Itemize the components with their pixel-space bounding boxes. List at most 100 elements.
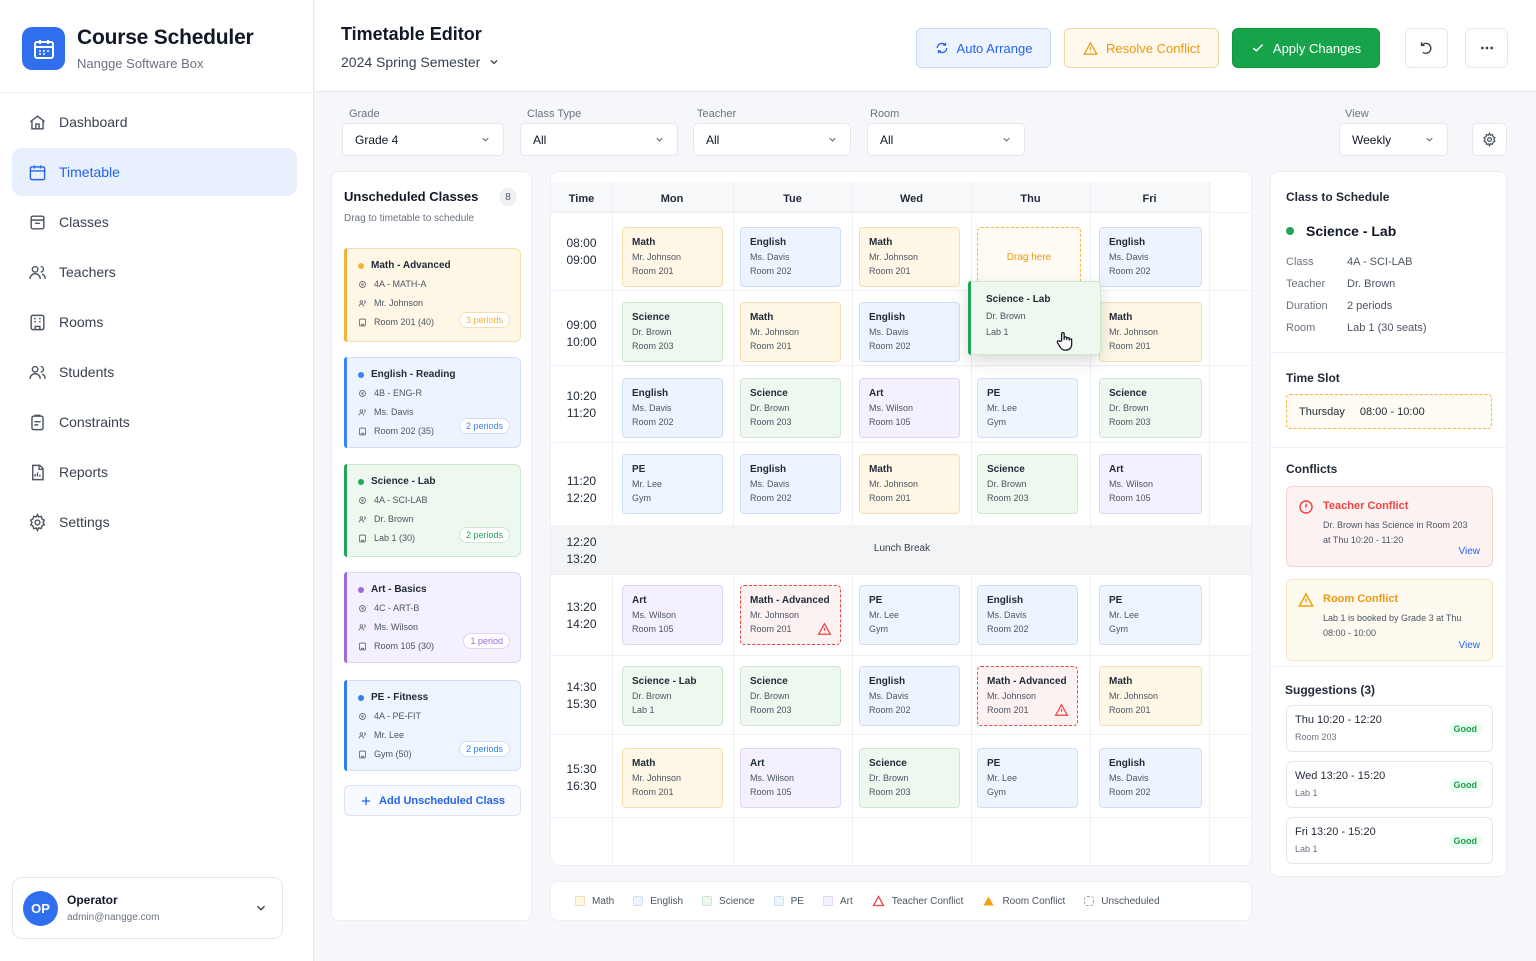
unscheduled-card[interactable]: PE - Fitness 4A - PE-FIT Mr. Lee Gym (50) 2 …: [344, 680, 521, 771]
timetable-cell[interactable]: Art Ms. Wilson Room 105: [1099, 454, 1202, 514]
view-conflict-link[interactable]: View: [1459, 640, 1481, 651]
cell-subject: PE: [1109, 595, 1123, 606]
cell-room: Gym: [987, 417, 1006, 427]
slot-start: 15:30: [566, 762, 597, 776]
auto-arrange-button[interactable]: Auto Arrange: [916, 28, 1051, 68]
cell-room: Room 201: [632, 266, 674, 276]
chevron-down-icon[interactable]: [254, 901, 268, 915]
timetable-cell[interactable]: PE Mr. Lee Gym: [977, 748, 1078, 808]
cell-subject: Math: [869, 464, 893, 475]
users-icon: [28, 263, 59, 282]
undo-button[interactable]: [1405, 28, 1448, 68]
timetable-cell[interactable]: Math Mr. Johnson Room 201: [622, 748, 723, 808]
timetable-cell[interactable]: English Ms. Davis Room 202: [622, 378, 723, 438]
view-settings-button[interactable]: [1472, 123, 1507, 156]
unscheduled-card[interactable]: English - Reading 4B - ENG-R Ms. Davis Room…: [344, 357, 521, 448]
card-header: Art - Basics: [358, 584, 520, 595]
sidebar-item-teachers[interactable]: Teachers: [12, 248, 297, 296]
timetable-cell[interactable]: Science Dr. Brown Room 203: [740, 378, 841, 438]
timetable-cell[interactable]: Science Dr. Brown Room 203: [859, 748, 960, 808]
sidebar-item-reports[interactable]: Reports: [12, 448, 297, 496]
semester-select[interactable]: 2024 Spring Semester: [341, 54, 500, 70]
add-unscheduled-class-button[interactable]: Add Unscheduled Class: [344, 785, 521, 816]
timetable-cell[interactable]: Science Dr. Brown Room 203: [622, 302, 723, 362]
teacher-name: Dr. Brown: [374, 514, 414, 524]
suggestion-card[interactable]: Fri 13:20 - 15:20 Lab 1 Good: [1286, 817, 1493, 864]
timetable-cell[interactable]: Art Ms. Wilson Room 105: [740, 748, 841, 808]
timetable-cell[interactable]: Art Ms. Wilson Room 105: [859, 378, 960, 438]
timetable-cell[interactable]: Science Dr. Brown Room 203: [740, 666, 841, 726]
timetable-cell[interactable]: Math - Advanced Mr. Johnson Room 201: [977, 666, 1078, 726]
timetable-cell[interactable]: Math Mr. Johnson Room 201: [859, 454, 960, 514]
class-type-select[interactable]: All: [520, 123, 678, 156]
unscheduled-card[interactable]: Art - Basics 4C - ART-B Ms. Wilson Room 105…: [344, 572, 521, 663]
view-select[interactable]: Weekly: [1339, 123, 1448, 156]
drop-target[interactable]: Drag here: [977, 227, 1081, 287]
timetable-cell[interactable]: Math Mr. Johnson Room 201: [1099, 666, 1202, 726]
timetable-cell[interactable]: English Ms. Davis Room 202: [859, 302, 960, 362]
grade-select[interactable]: Grade 4: [342, 123, 504, 156]
timetable-cell[interactable]: PE Mr. Lee Gym: [859, 585, 960, 645]
user-icon: [358, 408, 374, 417]
timetable-cell[interactable]: Math - Advanced Mr. Johnson Room 201: [740, 585, 841, 645]
timetable-cell[interactable]: Math Mr. Johnson Room 201: [859, 227, 960, 287]
cell-teacher: Mr. Johnson: [750, 327, 800, 337]
timetable-cell[interactable]: PE Mr. Lee Gym: [622, 454, 723, 514]
divider: [1271, 666, 1506, 667]
cell-room: Room 201: [750, 341, 792, 351]
timetable-cell[interactable]: English Ms. Davis Room 202: [977, 585, 1078, 645]
cell-teacher: Dr. Brown: [869, 773, 909, 783]
timetable-cell[interactable]: English Ms. Davis Room 202: [859, 666, 960, 726]
more-button[interactable]: [1465, 28, 1508, 68]
cell-room: Room 203: [987, 493, 1029, 503]
cell-subject: English: [1109, 758, 1146, 769]
sidebar-item-settings[interactable]: Settings: [12, 498, 297, 546]
cell-subject: PE: [869, 595, 883, 606]
timetable-cell[interactable]: Art Ms. Wilson Room 105: [622, 585, 723, 645]
resolve-conflict-button[interactable]: Resolve Conflict: [1064, 28, 1219, 68]
cell-room: Room 105: [632, 624, 674, 634]
timetable-cell[interactable]: Science - Lab Dr. Brown Lab 1: [622, 666, 723, 726]
cell-teacher: Dr. Brown: [987, 479, 1027, 489]
sidebar-item-classes[interactable]: Classes: [12, 198, 297, 246]
sidebar: Course Scheduler Nangge Software Box Das…: [0, 0, 314, 961]
cell-room: Room 201: [1109, 705, 1151, 715]
timetable-cell[interactable]: Math Mr. Johnson Room 201: [740, 302, 841, 362]
time-slot-box[interactable]: Thursday 08:00 - 10:00: [1286, 394, 1492, 429]
timetable-cell[interactable]: Science Dr. Brown Room 203: [977, 454, 1078, 514]
sidebar-item-students[interactable]: Students: [12, 348, 297, 396]
room-select[interactable]: All: [867, 123, 1025, 156]
sidebar-item-rooms[interactable]: Rooms: [12, 298, 297, 346]
timetable-cell[interactable]: English Ms. Davis Room 202: [740, 227, 841, 287]
timetable-cell[interactable]: English Ms. Davis Room 202: [740, 454, 841, 514]
unscheduled-card[interactable]: Science - Lab 4A - SCI-LAB Dr. Brown Lab 1 …: [344, 464, 521, 557]
apply-changes-button[interactable]: Apply Changes: [1232, 28, 1380, 68]
card-header: English - Reading: [358, 369, 520, 380]
user-menu[interactable]: OP Operator admin@nangge.com: [12, 877, 283, 939]
sidebar-item-constraints[interactable]: Constraints: [12, 398, 297, 446]
timetable-cell[interactable]: Math Mr. Johnson Room 201: [1099, 302, 1202, 362]
legend-label: PE: [790, 895, 804, 907]
sidebar-item-timetable[interactable]: Timetable: [12, 148, 297, 196]
dragging-card[interactable]: Science - Lab Dr. Brown Lab 1: [968, 281, 1101, 355]
unscheduled-card[interactable]: Math - Advanced 4A - MATH-A Mr. Johnson Roo…: [344, 248, 521, 342]
teacher-select[interactable]: All: [693, 123, 851, 156]
timetable-cell[interactable]: PE Mr. Lee Gym: [977, 378, 1078, 438]
suggestion-card[interactable]: Wed 13:20 - 15:20 Lab 1 Good: [1286, 761, 1493, 808]
view-conflict-link[interactable]: View: [1459, 546, 1481, 557]
room-icon: [358, 318, 374, 327]
timetable-cell[interactable]: Science Dr. Brown Room 203: [1099, 378, 1202, 438]
day-header-fri: Fri: [1142, 192, 1157, 205]
timetable-cell[interactable]: English Ms. Davis Room 202: [1099, 748, 1202, 808]
timetable-cell[interactable]: English Ms. Davis Room 202: [1099, 227, 1202, 287]
cell-teacher: Ms. Davis: [750, 479, 790, 489]
sidebar-item-label: Classes: [59, 214, 109, 230]
sidebar-item-dashboard[interactable]: Dashboard: [12, 98, 297, 146]
calendar-icon: [28, 163, 59, 182]
cell-subject: Science: [987, 464, 1025, 475]
teacher-name: Ms. Davis: [374, 407, 414, 417]
suggestion-card[interactable]: Thu 10:20 - 12:20 Room 203 Good: [1286, 705, 1493, 752]
timetable-cell[interactable]: PE Mr. Lee Gym: [1099, 585, 1202, 645]
timetable-cell[interactable]: Math Mr. Johnson Room 201: [622, 227, 723, 287]
cell-teacher: Mr. Johnson: [869, 479, 919, 489]
